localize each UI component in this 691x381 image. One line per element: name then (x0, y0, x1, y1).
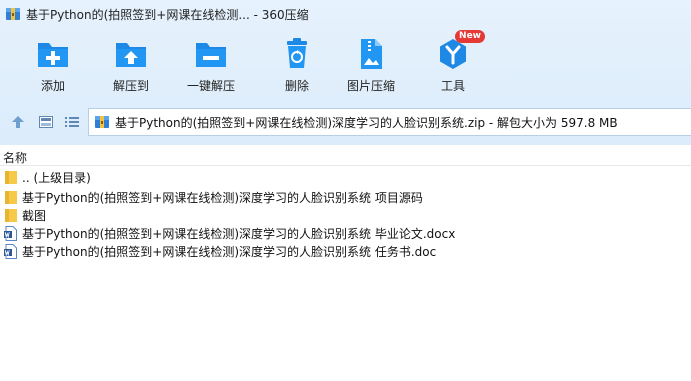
list-view-icon (65, 117, 79, 127)
list-item-thesis-docx[interactable]: 基于Python的(拍照签到+网课在线检测)深度学习的人脸识别系统 毕业论文.d… (0, 224, 691, 242)
column-header: 名称 (0, 146, 691, 166)
add-button[interactable]: 添加 (35, 36, 71, 96)
add-label: 添加 (40, 79, 65, 93)
delete-label: 删除 (284, 79, 309, 93)
add-file-icon (35, 36, 71, 72)
folder-icon (4, 208, 18, 223)
arrow-up-icon (12, 116, 24, 128)
image-compress-button[interactable]: 图片压缩 (347, 36, 395, 96)
image-compress-label: 图片压缩 (347, 79, 396, 93)
extract-to-label: 解压到 (113, 79, 150, 93)
title-bar: 基于Python的(拍照签到+网课在线检测... - 360压缩 (0, 0, 691, 28)
list-item-parent-dir[interactable]: .. (上级目录) (0, 168, 691, 186)
extract-to-button[interactable]: 解压到 (113, 36, 149, 96)
folder-icon (4, 170, 18, 185)
one-click-extract-label: 一键解压 (187, 79, 236, 93)
zip-file-icon (94, 114, 110, 130)
up-level-button[interactable] (9, 113, 27, 131)
list-view-button[interactable] (63, 113, 81, 131)
list-item-name: .. (上级目录) (22, 170, 91, 185)
path-bar[interactable]: 基于Python的(拍照签到+网课在线检测)深度学习的人脸识别系统.zip - … (88, 108, 691, 136)
window-title: 基于Python的(拍照签到+网课在线检测... - 360压缩 (26, 7, 309, 22)
list-item-source-folder[interactable]: 基于Python的(拍照签到+网课在线检测)深度学习的人脸识别系统 项目源码 (0, 188, 691, 206)
list-item-screenshot-folder[interactable]: 截图 (0, 206, 691, 224)
one-click-extract-button[interactable]: 一键解压 (187, 36, 235, 96)
tools-icon: New (435, 30, 485, 72)
view-mode-button[interactable] (37, 113, 55, 131)
new-badge: New (455, 30, 485, 43)
column-name-header[interactable]: 名称 (3, 149, 27, 166)
details-view-icon (39, 116, 53, 128)
word-document-icon (4, 243, 18, 259)
archive-path-text: 基于Python的(拍照签到+网课在线检测)深度学习的人脸识别系统.zip - … (115, 115, 618, 130)
list-item-name: 基于Python的(拍照签到+网课在线检测)深度学习的人脸识别系统 项目源码 (22, 190, 423, 205)
extract-to-icon (113, 36, 149, 72)
list-item-name: 基于Python的(拍照签到+网课在线检测)深度学习的人脸识别系统 毕业论文.d… (22, 226, 456, 241)
one-click-extract-icon (193, 36, 229, 72)
navigation-bar: 基于Python的(拍照签到+网课在线检测)深度学习的人脸识别系统.zip - … (0, 108, 691, 136)
word-document-icon (4, 225, 18, 241)
folder-icon (4, 190, 18, 205)
list-item-name: 基于Python的(拍照签到+网课在线检测)深度学习的人脸识别系统 任务书.do… (22, 244, 437, 259)
toolbar: 添加 解压到 一键解压 删除 图片压缩 New 工具 (0, 30, 691, 96)
delete-button[interactable]: 删除 (279, 36, 315, 96)
list-item-name: 截图 (22, 208, 47, 223)
tools-label: 工具 (440, 79, 465, 93)
tools-button[interactable]: New 工具 (435, 30, 485, 96)
delete-icon (279, 36, 315, 72)
archive-app-icon (5, 6, 21, 22)
list-item-task-doc[interactable]: 基于Python的(拍照签到+网课在线检测)深度学习的人脸识别系统 任务书.do… (0, 242, 691, 260)
image-compress-icon (353, 36, 389, 72)
